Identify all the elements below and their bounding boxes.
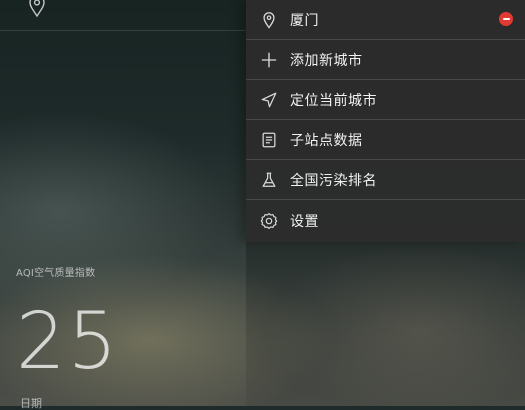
menu-item-label: 厦门: [290, 12, 319, 29]
menu-overlay-shadow: [246, 242, 525, 406]
location-pin-icon[interactable]: [27, 0, 47, 18]
menu-item-label: 设置: [290, 214, 319, 230]
menu-item-label: 全国污染排名: [290, 172, 377, 189]
aqi-value: 25: [16, 297, 120, 387]
plus-icon: [259, 50, 279, 70]
menu-item-label: 定位当前城市: [290, 92, 377, 109]
aqi-label: AQI空气质量指数: [16, 268, 96, 279]
flask-icon: [259, 170, 279, 190]
navigation-arrow-icon: [259, 90, 279, 110]
bottom-label: 日期: [20, 397, 42, 410]
menu-item-label: 子站点数据: [290, 132, 363, 149]
menu-item-label: 添加新城市: [290, 52, 363, 69]
menu-item-settings[interactable]: 设置: [246, 200, 525, 242]
document-icon: [259, 130, 279, 150]
menu-item-substation-data[interactable]: 子站点数据: [246, 120, 525, 160]
menu-item-city-xiamen[interactable]: 厦门: [246, 0, 525, 40]
menu-item-add-city[interactable]: 添加新城市: [246, 40, 525, 80]
menu-item-pollution-ranking[interactable]: 全国污染排名: [246, 160, 525, 200]
location-pin-icon: [259, 10, 279, 30]
menu-item-locate-current-city[interactable]: 定位当前城市: [246, 80, 525, 120]
gear-icon: [259, 211, 279, 231]
dropdown-menu: 厦门 添加新城市 定位当前城市 子站点数据 全国污染排名 设置: [246, 0, 525, 242]
remove-city-icon[interactable]: [499, 12, 513, 26]
header-divider: [0, 30, 246, 31]
